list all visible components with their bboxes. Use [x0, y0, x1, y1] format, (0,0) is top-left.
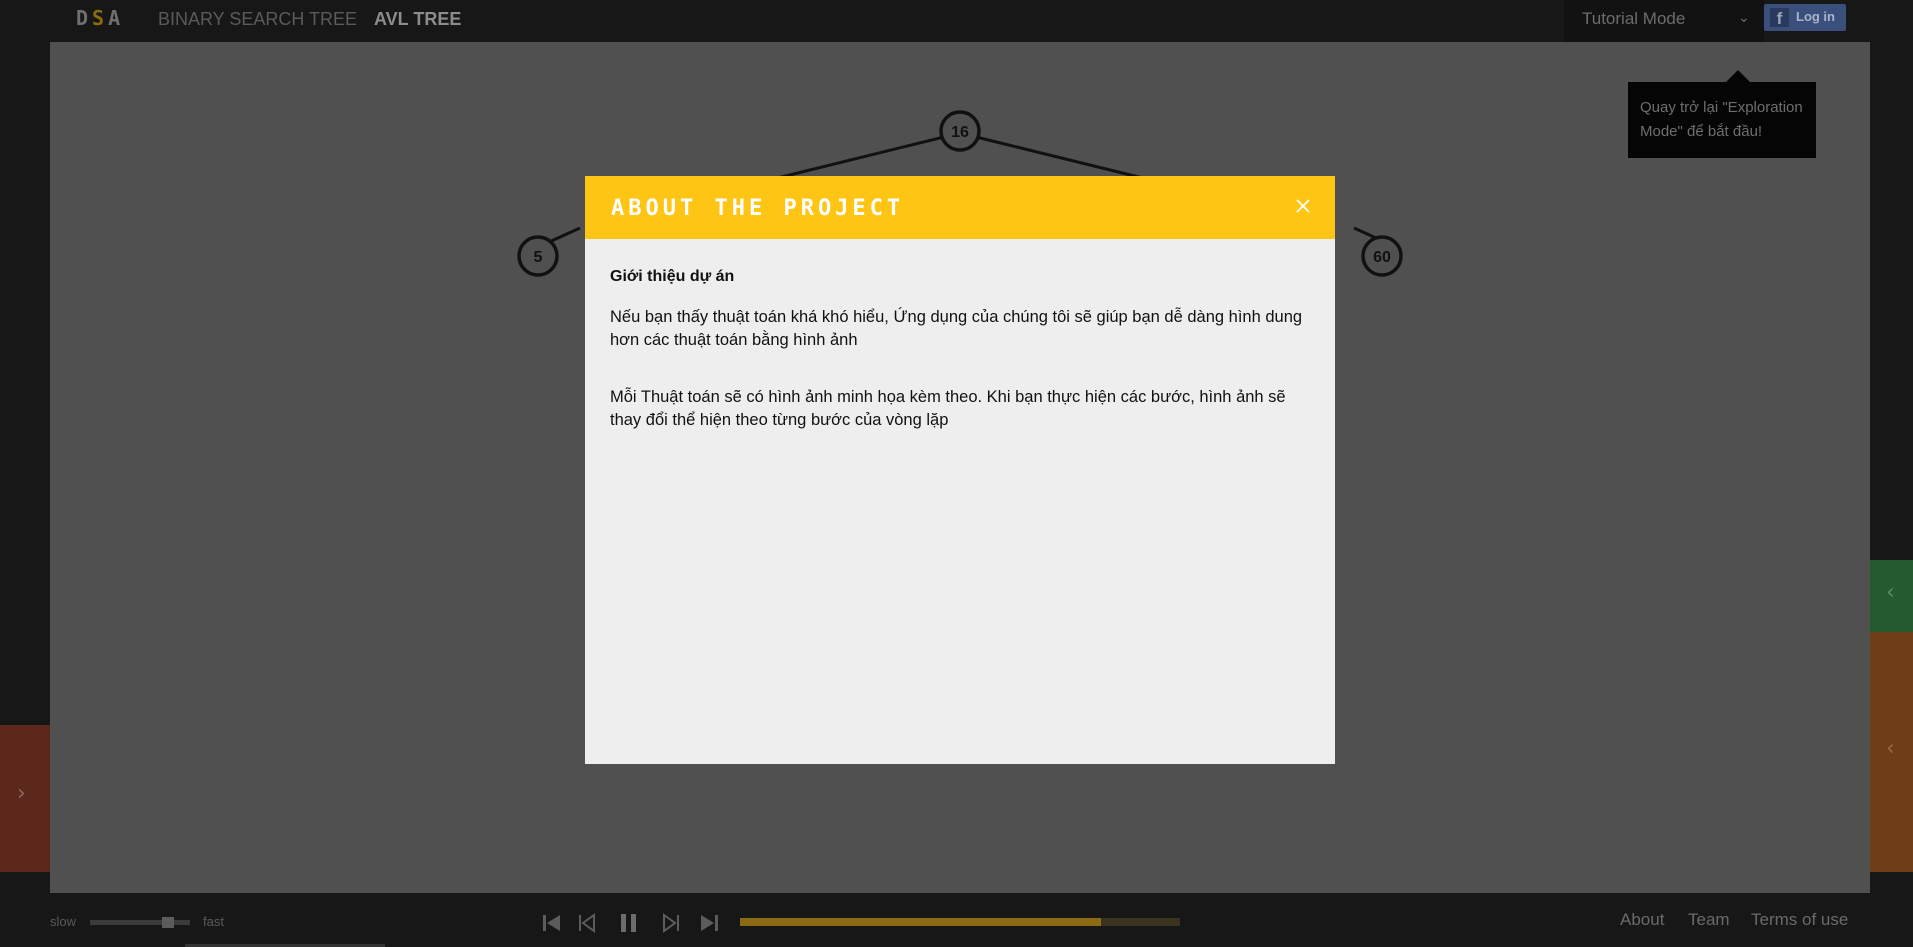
footer-link-team[interactable]: Team [1688, 910, 1730, 930]
node-label: 5 [534, 249, 543, 266]
chevron-left-icon: ‹ [1886, 736, 1895, 761]
speed-slider[interactable] [90, 920, 190, 925]
nav-item-binary-search-tree[interactable]: BINARY SEARCH TREE [158, 9, 357, 30]
tree-node-16[interactable]: 16 [939, 110, 981, 152]
chevron-right-icon: › [17, 781, 26, 806]
logo[interactable]: DSA [76, 6, 124, 30]
chevron-left-icon: ‹ [1886, 580, 1895, 605]
facebook-icon: f [1770, 8, 1789, 28]
footer-link-terms[interactable]: Terms of use [1751, 910, 1848, 930]
mode-select-value: Tutorial Mode [1582, 9, 1686, 28]
tree-node-60[interactable]: 60 [1361, 235, 1403, 277]
node-label: 60 [1373, 249, 1391, 266]
mode-tooltip: Quay trở lại "Exploration Mode" để bắt đ… [1628, 82, 1816, 158]
tree-node-5[interactable]: 5 [517, 235, 559, 277]
login-label: Log in [1796, 9, 1835, 24]
modal-title: ABOUT THE PROJECT [611, 196, 905, 221]
speed-slow-label: slow [50, 914, 77, 929]
modal-header: ABOUT THE PROJECT [585, 176, 1335, 239]
skip-end-icon[interactable] [697, 912, 721, 934]
node-label: 16 [951, 124, 969, 141]
step-forward-icon[interactable] [658, 912, 682, 934]
nav-item-avl-tree[interactable]: AVL TREE [374, 9, 461, 30]
modal-paragraph: Mỗi Thuật toán sẽ có hình ảnh minh họa k… [610, 388, 1286, 429]
chevron-down-icon: ⌄ [1738, 10, 1750, 26]
pause-icon[interactable] [617, 912, 641, 934]
mode-select[interactable]: Tutorial Mode ⌄ [1564, 0, 1764, 42]
close-icon[interactable] [1290, 193, 1316, 219]
modal-heading: Giới thiệu dự án [610, 268, 735, 285]
modal-body: Giới thiệu dự án Nếu bạn thấy thuật toán… [610, 268, 1310, 432]
step-back-icon[interactable] [576, 912, 600, 934]
speed-fast-label: fast [203, 914, 224, 929]
footer-link-about[interactable]: About [1620, 910, 1664, 930]
progress-fill [740, 918, 1101, 926]
top-navbar: DSA BINARY SEARCH TREE AVL TREE Tutorial… [0, 0, 1913, 42]
skip-start-icon[interactable] [540, 912, 564, 934]
side-panel-toggle-orange[interactable]: ‹ [1870, 632, 1913, 872]
side-panel-toggle-left[interactable]: › [0, 725, 50, 872]
about-modal: ABOUT THE PROJECT Giới thiệu dự án Nếu b… [585, 176, 1335, 764]
side-panel-toggle-green[interactable]: ‹ [1870, 560, 1913, 632]
tooltip-arrow [1726, 70, 1750, 82]
speed-slider-thumb[interactable] [162, 917, 174, 928]
modal-paragraph: Nếu bạn thấy thuật toán khá khó hiểu, Ứn… [610, 308, 1303, 349]
facebook-login-button[interactable]: f Log in [1764, 4, 1846, 31]
